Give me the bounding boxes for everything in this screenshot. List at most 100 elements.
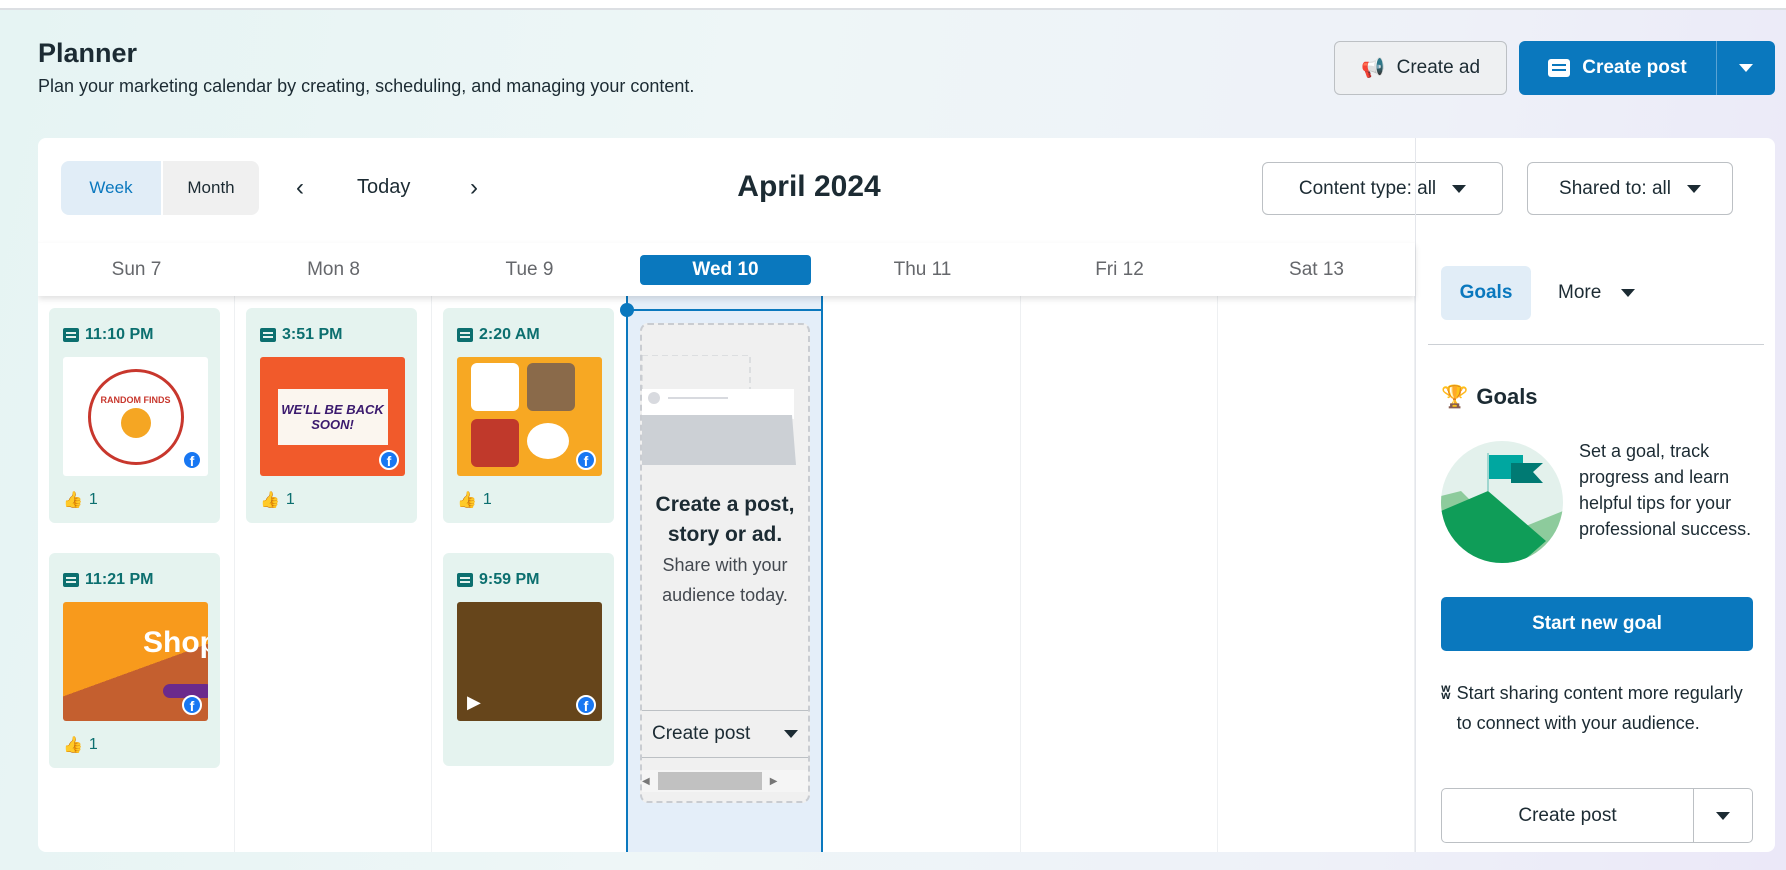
- goal-flag-illustration: [1441, 441, 1563, 563]
- post-card[interactable]: 11:10 PM RANDOM FINDS f 👍 1: [49, 308, 220, 523]
- create-post-split-button[interactable]: Create post: [1519, 41, 1775, 95]
- post-type-icon: [260, 328, 276, 342]
- side-panel: Goals More 🏆 Goals Set a goal, track prog…: [1415, 138, 1775, 852]
- post-time: 11:10 PM: [63, 326, 153, 344]
- post-card[interactable]: 2:20 AM f 👍 1: [443, 308, 614, 523]
- post-likes: 👍 1: [63, 490, 98, 510]
- browser-top-edge: [0, 0, 1786, 10]
- thumbs-up-icon: 👍: [63, 737, 83, 754]
- goals-heading: 🏆 Goals: [1441, 384, 1538, 410]
- thumbs-up-icon: 👍: [457, 492, 477, 509]
- caret-down-icon: [1621, 289, 1636, 297]
- post-time-label: 9:59 PM: [479, 571, 540, 588]
- likes-count: 1: [285, 491, 295, 508]
- goals-description: Set a goal, track progress and learn hel…: [1579, 441, 1752, 539]
- tab-more[interactable]: More: [1558, 266, 1636, 320]
- post-type-icon: [63, 573, 79, 587]
- side-create-post-button[interactable]: Create post: [1442, 789, 1694, 842]
- divider: [1428, 344, 1764, 345]
- post-time-label: 11:10 PM: [85, 326, 154, 343]
- image-text: WE'LL BE BACK SOON!: [277, 388, 388, 445]
- post-likes: 👍 1: [63, 735, 98, 755]
- facebook-icon: f: [182, 695, 202, 715]
- create-post-label: Create post: [1582, 57, 1687, 78]
- image-text: Shop: [143, 626, 208, 659]
- post-time: 3:51 PM: [260, 326, 342, 344]
- caret-down-icon: [1716, 811, 1730, 820]
- post-thumbnail: Shop f: [63, 602, 208, 721]
- facebook-icon: f: [576, 450, 596, 470]
- selected-day-label: Wed 10: [640, 254, 811, 285]
- side-create-post-dropdown[interactable]: [1694, 789, 1752, 842]
- caret-down-icon: [1739, 64, 1753, 72]
- post-thumbnail: RANDOM FINDS f: [63, 357, 208, 476]
- placeholder-text: Create a post, story or ad. Share with y…: [642, 490, 808, 610]
- thumbs-up-icon: 👍: [260, 492, 280, 509]
- day-header-tue[interactable]: Tue 9: [431, 243, 628, 296]
- post-time: 9:59 PM: [457, 571, 539, 589]
- placeholder-heading: Create a post, story or ad.: [655, 493, 795, 546]
- post-type-icon: [457, 573, 473, 587]
- play-icon: ▶: [467, 692, 481, 712]
- post-likes: 👍 1: [457, 490, 492, 510]
- planner-calendar: Week Month ‹ Today › April 2024 Content …: [38, 138, 1775, 852]
- scrollbar-thumb[interactable]: [657, 772, 762, 790]
- post-time-label: 11:21 PM: [85, 571, 154, 588]
- day-header-sun[interactable]: Sun 7: [38, 243, 235, 296]
- sharing-tip: ʬ Start sharing content more regularly to…: [1441, 678, 1761, 738]
- more-label: More: [1558, 282, 1602, 303]
- post-card[interactable]: 9:59 PM ▶ f: [443, 553, 614, 766]
- create-ad-button[interactable]: 📢 Create ad: [1334, 41, 1507, 95]
- placeholder-subtext: Share with your audience today.: [662, 555, 788, 605]
- tab-goals[interactable]: Goals: [1441, 266, 1531, 320]
- caret-down-icon: [784, 730, 798, 738]
- post-card[interactable]: 3:51 PM WE'LL BE BACK SOON! f 👍 1: [246, 308, 417, 523]
- post-icon: [1548, 59, 1571, 77]
- trophy-icon: 🏆: [1441, 384, 1469, 409]
- page-subtitle: Plan your marketing calendar by creating…: [38, 76, 695, 96]
- create-ad-label: Create ad: [1396, 57, 1481, 78]
- post-time: 11:21 PM: [63, 571, 153, 589]
- day-column-thu[interactable]: [824, 296, 1021, 852]
- day-header-sat[interactable]: Sat 13: [1218, 243, 1415, 296]
- facebook-icon: f: [379, 450, 399, 470]
- day-column-fri[interactable]: [1021, 296, 1218, 852]
- post-illustration: [642, 355, 796, 465]
- create-post-dropdown[interactable]: [1717, 41, 1775, 95]
- day-header-fri[interactable]: Fri 12: [1021, 243, 1218, 296]
- facebook-icon: f: [576, 695, 596, 715]
- logo-text: RANDOM FINDS: [100, 395, 171, 405]
- post-likes: 👍 1: [260, 490, 295, 510]
- create-post-button[interactable]: Create post: [1519, 41, 1717, 95]
- scroll-right-icon[interactable]: ▶: [770, 776, 778, 787]
- sun-logo: [120, 408, 151, 438]
- day-header-thu[interactable]: Thu 11: [824, 243, 1021, 296]
- likes-count: 1: [88, 491, 98, 508]
- page-title: Planner: [38, 38, 138, 68]
- side-create-post-split-button[interactable]: Create post: [1441, 788, 1753, 843]
- post-time: 2:20 AM: [457, 326, 540, 344]
- horizontal-scrollbar[interactable]: ◀ ▶: [642, 770, 808, 792]
- megaphone-icon: 📢: [1360, 58, 1385, 79]
- current-time-line: [626, 309, 823, 311]
- post-type-icon: [63, 328, 79, 342]
- facebook-icon: f: [182, 450, 202, 470]
- likes-count: 1: [482, 491, 492, 508]
- sharing-tip-text: Start sharing content more regularly to …: [1456, 683, 1743, 733]
- post-thumbnail: ▶ f: [457, 602, 602, 721]
- day-header-row: Sun 7 Mon 8 Tue 9 Wed 10 Thu 11 Fri 12 S…: [38, 243, 1415, 296]
- create-content-placeholder[interactable]: Create a post, story or ad. Share with y…: [640, 323, 810, 803]
- post-time-label: 3:51 PM: [282, 326, 343, 343]
- post-thumbnail: WE'LL BE BACK SOON! f: [260, 357, 405, 476]
- post-thumbnail: f: [457, 357, 602, 476]
- day-header-mon[interactable]: Mon 8: [235, 243, 432, 296]
- placeholder-create-post-button[interactable]: Create post: [642, 710, 808, 758]
- post-card[interactable]: 11:21 PM Shop f 👍1: [49, 553, 220, 768]
- scroll-left-icon[interactable]: ◀: [642, 776, 650, 787]
- audience-icon: ʬ: [1441, 683, 1451, 703]
- goals-heading-label: Goals: [1476, 384, 1538, 409]
- day-header-wed[interactable]: Wed 10: [627, 243, 824, 296]
- post-time-label: 2:20 AM: [479, 326, 540, 343]
- day-column-sat[interactable]: [1218, 296, 1415, 852]
- start-new-goal-button[interactable]: Start new goal: [1441, 597, 1753, 651]
